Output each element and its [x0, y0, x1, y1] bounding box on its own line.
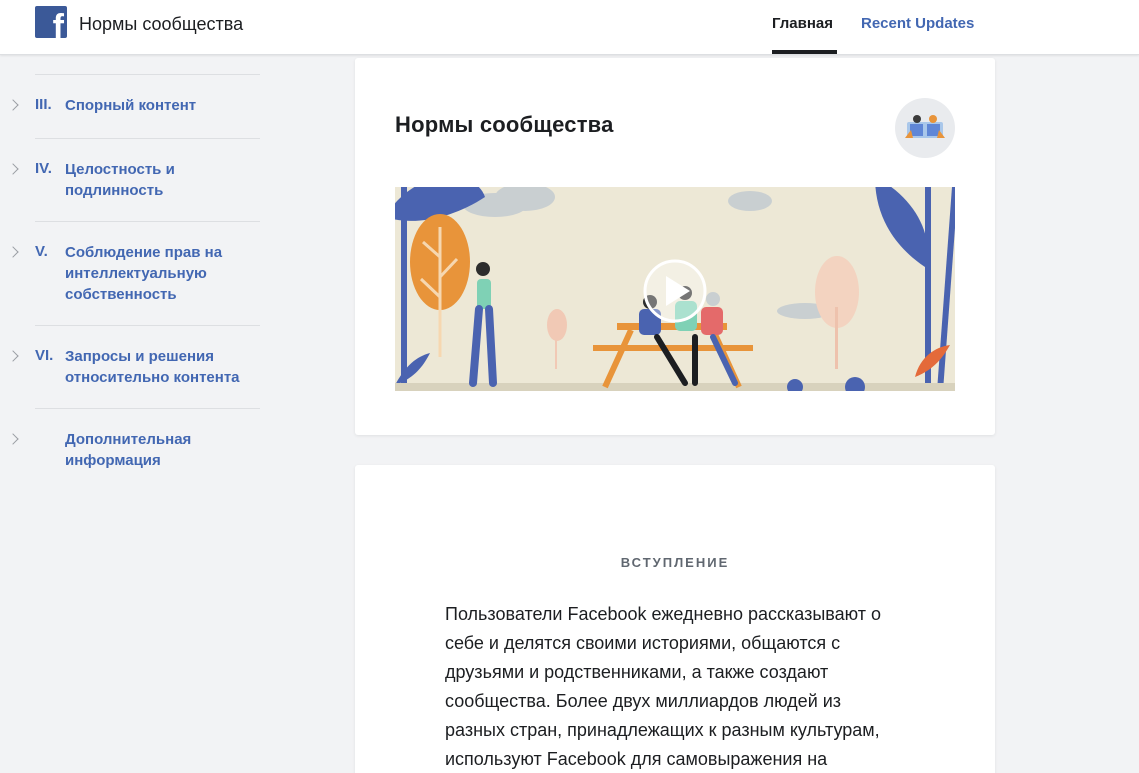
- active-tab-indicator: [772, 50, 837, 54]
- tab-recent-updates[interactable]: Recent Updates: [861, 15, 974, 32]
- sidebar-item-label[interactable]: Соблюдение прав на интеллектуальную собс…: [65, 242, 245, 305]
- sidebar-item-intellectual-property[interactable]: V. Соблюдение прав на интеллектуальную с…: [0, 242, 300, 326]
- facebook-logo-icon[interactable]: f: [35, 6, 67, 38]
- sidebar-item-number: VI.: [35, 347, 54, 364]
- divider: [35, 221, 260, 222]
- sidebar-item-integrity[interactable]: IV. Целостность и подлинность: [0, 159, 300, 221]
- site-title[interactable]: Нормы сообщества: [79, 14, 243, 35]
- sidebar-item-label[interactable]: Запросы и решения относительно контента: [65, 346, 265, 388]
- section-title: ВСТУПЛЕНИЕ: [620, 555, 730, 570]
- chevron-right-icon[interactable]: [7, 99, 19, 111]
- intro-video[interactable]: [395, 187, 955, 391]
- sidebar-item-contentious-content[interactable]: III. Спорный контент: [0, 95, 300, 139]
- sidebar-item-label[interactable]: Спорный контент: [65, 95, 265, 116]
- divider: [35, 408, 260, 409]
- divider: [35, 74, 260, 75]
- sidebar-item-number: IV.: [35, 160, 52, 177]
- sidebar-item-label[interactable]: Дополнительная информация: [65, 429, 215, 471]
- chevron-right-icon[interactable]: [7, 433, 19, 445]
- sidebar-item-label[interactable]: Целостность и подлинность: [65, 159, 215, 201]
- sidebar-item-content-requests[interactable]: VI. Запросы и решения относительно конте…: [0, 346, 300, 408]
- chevron-right-icon[interactable]: [7, 246, 19, 258]
- chevron-right-icon[interactable]: [7, 350, 19, 362]
- tab-home[interactable]: Главная: [772, 15, 833, 32]
- sidebar-item-additional-info[interactable]: Дополнительная информация: [0, 429, 300, 491]
- page-title: Нормы сообщества: [395, 112, 614, 137]
- intro-paragraph: Пользователи Facebook ежедневно рассказы…: [445, 604, 881, 769]
- sidebar-item-number: V.: [35, 243, 48, 260]
- top-bar: f Нормы сообщества Главная Recent Update…: [0, 0, 1139, 55]
- community-badge-icon: [895, 98, 955, 158]
- overview-card: Нормы сообщества: [355, 58, 995, 435]
- divider: [35, 325, 260, 326]
- divider: [35, 138, 260, 139]
- introduction-card: ВСТУПЛЕНИЕ Пользователи Facebook ежеднев…: [355, 465, 995, 773]
- sidebar-item-number: III.: [35, 96, 52, 113]
- chevron-right-icon[interactable]: [7, 163, 19, 175]
